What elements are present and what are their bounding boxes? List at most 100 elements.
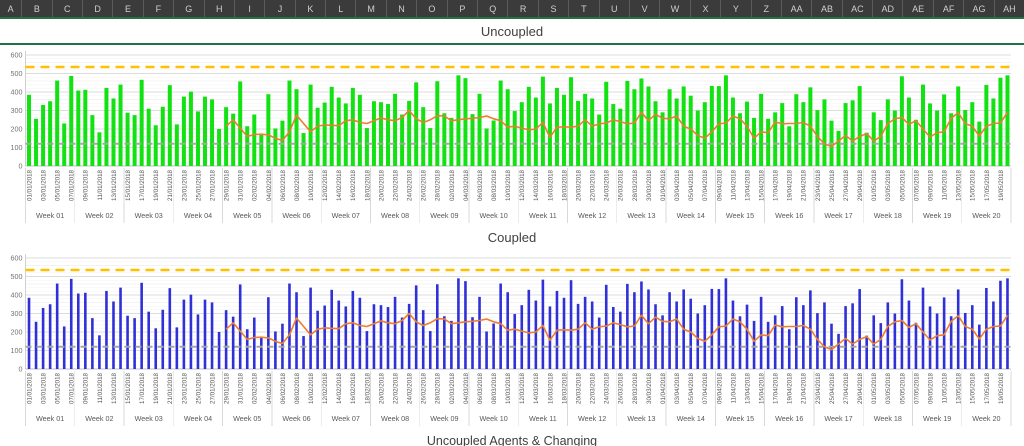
svg-text:19/01/2018: 19/01/2018 (153, 169, 160, 201)
svg-text:11/04/2018: 11/04/2018 (730, 169, 737, 200)
svg-text:500: 500 (11, 69, 23, 78)
svg-text:10/02/2018: 10/02/2018 (308, 169, 315, 201)
svg-text:16/03/2018: 16/03/2018 (547, 372, 554, 404)
column-header-U[interactable]: U (600, 0, 630, 17)
svg-text:Week 01: Week 01 (36, 211, 64, 220)
column-header-O[interactable]: O (417, 0, 447, 17)
uncoupled-chart[interactable]: 010020030040050060001/01/201803/01/20180… (0, 45, 1024, 227)
svg-text:12/03/2018: 12/03/2018 (519, 372, 526, 404)
svg-text:29/01/2018: 29/01/2018 (224, 372, 231, 404)
svg-text:22/02/2018: 22/02/2018 (392, 372, 399, 404)
svg-text:28/02/2018: 28/02/2018 (435, 372, 442, 404)
svg-text:Week 14: Week 14 (677, 414, 705, 423)
svg-text:400: 400 (11, 290, 23, 299)
column-header-E[interactable]: E (113, 0, 143, 17)
column-header-S[interactable]: S (539, 0, 569, 17)
svg-text:Week 11: Week 11 (529, 211, 557, 220)
svg-text:19/05/2018: 19/05/2018 (998, 169, 1005, 201)
column-header-AB[interactable]: AB (812, 0, 842, 17)
column-header-C[interactable]: C (53, 0, 83, 17)
svg-text:20/03/2018: 20/03/2018 (575, 169, 582, 201)
column-header-H[interactable]: H (205, 0, 235, 17)
svg-text:25/01/2018: 25/01/2018 (195, 169, 202, 201)
svg-text:08/02/2018: 08/02/2018 (294, 372, 301, 404)
svg-text:05/01/2018: 05/01/2018 (55, 169, 62, 201)
svg-text:25/04/2018: 25/04/2018 (829, 169, 836, 201)
svg-text:Week 02: Week 02 (85, 211, 113, 220)
svg-text:01/01/2018: 01/01/2018 (26, 169, 33, 201)
uncoupled-title-row[interactable]: Uncoupled (0, 19, 1024, 45)
coupled-title-row[interactable]: Coupled (0, 227, 1024, 247)
svg-text:19/01/2018: 19/01/2018 (153, 372, 160, 404)
column-header-I[interactable]: I (235, 0, 265, 17)
svg-text:Week 13: Week 13 (627, 414, 655, 423)
svg-text:10/03/2018: 10/03/2018 (505, 169, 512, 201)
column-header-Q[interactable]: Q (478, 0, 508, 17)
svg-text:13/04/2018: 13/04/2018 (744, 169, 751, 201)
svg-text:27/04/2018: 27/04/2018 (843, 169, 850, 201)
svg-text:Week 04: Week 04 (184, 414, 212, 423)
column-header-Y[interactable]: Y (721, 0, 751, 17)
svg-text:100: 100 (11, 143, 23, 152)
column-header-X[interactable]: X (691, 0, 721, 17)
svg-text:10/02/2018: 10/02/2018 (308, 372, 315, 404)
svg-text:01/05/2018: 01/05/2018 (871, 372, 878, 404)
svg-text:22/03/2018: 22/03/2018 (590, 169, 597, 201)
column-header-F[interactable]: F (144, 0, 174, 17)
svg-text:Week 05: Week 05 (233, 414, 261, 423)
column-header-AF[interactable]: AF (934, 0, 964, 17)
svg-text:23/04/2018: 23/04/2018 (815, 169, 822, 201)
column-header-A[interactable]: A (0, 0, 22, 17)
svg-text:Week 12: Week 12 (578, 414, 606, 423)
svg-text:09/04/2018: 09/04/2018 (716, 372, 723, 404)
column-header-K[interactable]: K (296, 0, 326, 17)
column-header-W[interactable]: W (660, 0, 690, 17)
column-header-P[interactable]: P (448, 0, 478, 17)
svg-text:30/03/2018: 30/03/2018 (646, 169, 653, 201)
svg-text:12/02/2018: 12/02/2018 (322, 169, 329, 201)
column-header-D[interactable]: D (83, 0, 113, 17)
svg-text:09/05/2018: 09/05/2018 (927, 169, 934, 201)
svg-text:12/02/2018: 12/02/2018 (322, 372, 329, 404)
svg-text:14/03/2018: 14/03/2018 (533, 169, 540, 201)
coupled-chart[interactable]: 010020030040050060001/01/201803/01/20180… (0, 248, 1024, 430)
column-header-B[interactable]: B (22, 0, 52, 17)
column-header-AD[interactable]: AD (873, 0, 903, 17)
svg-text:25/01/2018: 25/01/2018 (195, 372, 202, 404)
svg-text:10/03/2018: 10/03/2018 (505, 372, 512, 404)
svg-text:Week 15: Week 15 (726, 211, 754, 220)
svg-text:30/03/2018: 30/03/2018 (646, 372, 653, 404)
column-header-AG[interactable]: AG (964, 0, 994, 17)
column-header-V[interactable]: V (630, 0, 660, 17)
svg-text:06/02/2018: 06/02/2018 (280, 372, 287, 404)
column-header-AH[interactable]: AH (995, 0, 1024, 17)
svg-text:05/05/2018: 05/05/2018 (899, 169, 906, 201)
svg-text:16/02/2018: 16/02/2018 (350, 169, 357, 201)
column-header-L[interactable]: L (326, 0, 356, 17)
svg-text:Week 07: Week 07 (332, 211, 360, 220)
column-header-N[interactable]: N (387, 0, 417, 17)
column-header-J[interactable]: J (265, 0, 295, 17)
column-header-AC[interactable]: AC (843, 0, 873, 17)
svg-text:600: 600 (11, 50, 23, 59)
column-header-Z[interactable]: Z (752, 0, 782, 17)
svg-text:07/04/2018: 07/04/2018 (702, 372, 709, 404)
svg-text:07/04/2018: 07/04/2018 (702, 169, 709, 201)
svg-text:03/05/2018: 03/05/2018 (885, 372, 892, 404)
column-header-M[interactable]: M (356, 0, 386, 17)
column-header-R[interactable]: R (508, 0, 538, 17)
column-header-AE[interactable]: AE (903, 0, 933, 17)
column-header-AA[interactable]: AA (782, 0, 812, 17)
svg-text:11/05/2018: 11/05/2018 (942, 372, 949, 403)
svg-text:08/02/2018: 08/02/2018 (294, 169, 301, 201)
svg-text:13/04/2018: 13/04/2018 (744, 372, 751, 404)
column-header-G[interactable]: G (174, 0, 204, 17)
chart-uncoupled-svg: 010020030040050060001/01/201803/01/20180… (0, 45, 1024, 227)
svg-text:20/02/2018: 20/02/2018 (378, 372, 385, 404)
svg-text:01/05/2018: 01/05/2018 (871, 169, 878, 201)
column-header-T[interactable]: T (569, 0, 599, 17)
svg-text:15/01/2018: 15/01/2018 (125, 372, 132, 404)
svg-text:17/05/2018: 17/05/2018 (984, 169, 991, 201)
svg-text:Week 07: Week 07 (332, 414, 360, 423)
svg-text:12/03/2018: 12/03/2018 (519, 169, 526, 201)
